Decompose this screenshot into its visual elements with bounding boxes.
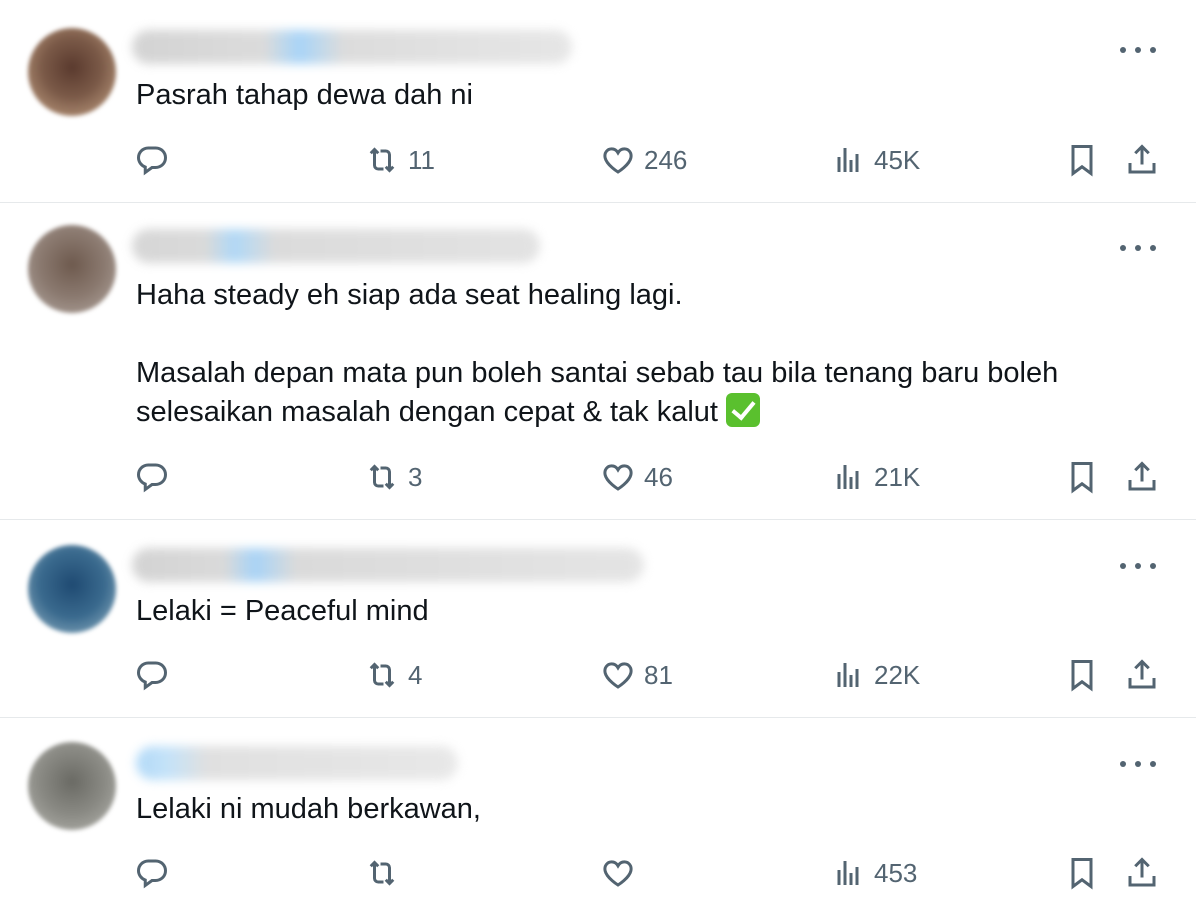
tweet-actions: 3 46 21K [0, 455, 1196, 499]
reply-button[interactable] [134, 138, 170, 182]
retweet-count: 11 [408, 144, 435, 175]
retweet-button[interactable]: 3 [364, 455, 422, 499]
heart-icon [603, 147, 633, 174]
avatar[interactable] [28, 225, 116, 313]
like-button[interactable]: 46 [600, 455, 673, 499]
views-button[interactable]: 22K [830, 653, 920, 697]
username-blurred[interactable] [132, 548, 644, 582]
retweet-button[interactable] [364, 851, 408, 895]
retweet-button[interactable]: 4 [364, 653, 422, 697]
views-chart-icon [837, 465, 859, 489]
tweet-2[interactable]: Haha steady eh siap ada seat healing lag… [0, 203, 1196, 520]
tweet-text: Pasrah tahap dewa dah ni [136, 79, 473, 111]
heart-icon [603, 464, 633, 491]
reply-icon [136, 463, 168, 493]
bookmark-icon [1071, 660, 1093, 692]
share-button[interactable] [1124, 653, 1160, 697]
retweet-button[interactable]: 11 [364, 138, 435, 182]
bookmark-button[interactable] [1064, 851, 1100, 895]
tweet-actions: 453 [0, 851, 1196, 895]
like-button[interactable]: 246 [600, 138, 687, 182]
share-icon [1128, 857, 1156, 887]
heart-icon [603, 662, 633, 689]
more-options-button[interactable] [1120, 556, 1156, 576]
like-button[interactable]: 81 [600, 653, 673, 697]
more-options-button[interactable] [1120, 40, 1156, 60]
retweet-icon [369, 662, 395, 688]
heart-icon [603, 860, 633, 887]
share-icon [1128, 144, 1156, 174]
views-chart-icon [837, 148, 859, 172]
tweet-4[interactable]: Lelaki ni mudah berkawan, 453 [0, 718, 1196, 916]
share-button[interactable] [1124, 455, 1160, 499]
more-options-button[interactable] [1120, 754, 1156, 774]
share-button[interactable] [1124, 138, 1160, 182]
tweet-text: Haha steady eh siap ada seat healing lag… [136, 276, 1146, 432]
reply-icon [136, 661, 168, 691]
like-button[interactable] [600, 851, 644, 895]
like-count: 246 [644, 144, 688, 175]
retweet-count: 4 [408, 659, 423, 690]
share-icon [1128, 461, 1156, 491]
avatar[interactable] [28, 742, 116, 830]
avatar[interactable] [28, 545, 116, 633]
share-icon [1128, 659, 1156, 689]
reply-feed: Pasrah tahap dewa dah ni 11 246 45K Haha… [0, 0, 1196, 916]
views-count: 453 [874, 857, 918, 888]
reply-button[interactable] [134, 455, 170, 499]
bookmark-icon [1071, 462, 1093, 494]
tweet-text-body: Haha steady eh siap ada seat healing lag… [136, 279, 1059, 428]
views-count: 21K [874, 461, 921, 492]
bookmark-icon [1071, 145, 1093, 177]
like-count: 46 [644, 461, 673, 492]
like-count: 81 [644, 659, 673, 690]
tweet-text: Lelaki = Peaceful mind [136, 595, 429, 627]
tweet-actions: 4 81 22K [0, 653, 1196, 697]
retweet-icon [369, 464, 395, 490]
views-button[interactable]: 453 [830, 851, 917, 895]
avatar[interactable] [28, 28, 116, 116]
check-mark-emoji [726, 393, 761, 427]
bookmark-button[interactable] [1064, 653, 1100, 697]
views-button[interactable]: 45K [830, 138, 920, 182]
bookmark-button[interactable] [1064, 455, 1100, 499]
retweet-count: 3 [408, 461, 423, 492]
reply-button[interactable] [134, 851, 170, 895]
retweet-icon [369, 147, 395, 173]
retweet-icon [369, 860, 395, 886]
share-button[interactable] [1124, 851, 1160, 895]
views-chart-icon [837, 663, 859, 687]
views-chart-icon [837, 861, 859, 885]
tweet-text: Lelaki ni mudah berkawan, [136, 793, 481, 825]
username-blurred[interactable] [132, 30, 572, 64]
views-count: 22K [874, 659, 921, 690]
reply-button[interactable] [134, 653, 170, 697]
tweet-3[interactable]: Lelaki = Peaceful mind 4 81 22K [0, 520, 1196, 718]
bookmark-button[interactable] [1064, 138, 1100, 182]
tweet-actions: 11 246 45K [0, 138, 1196, 182]
username-blurred[interactable] [132, 229, 540, 263]
reply-icon [136, 146, 168, 176]
more-options-button[interactable] [1120, 238, 1156, 258]
tweet-1[interactable]: Pasrah tahap dewa dah ni 11 246 45K [0, 0, 1196, 203]
bookmark-icon [1071, 858, 1093, 890]
username-blurred[interactable] [136, 746, 458, 780]
views-button[interactable]: 21K [830, 455, 920, 499]
views-count: 45K [874, 144, 921, 175]
reply-icon [136, 859, 168, 889]
